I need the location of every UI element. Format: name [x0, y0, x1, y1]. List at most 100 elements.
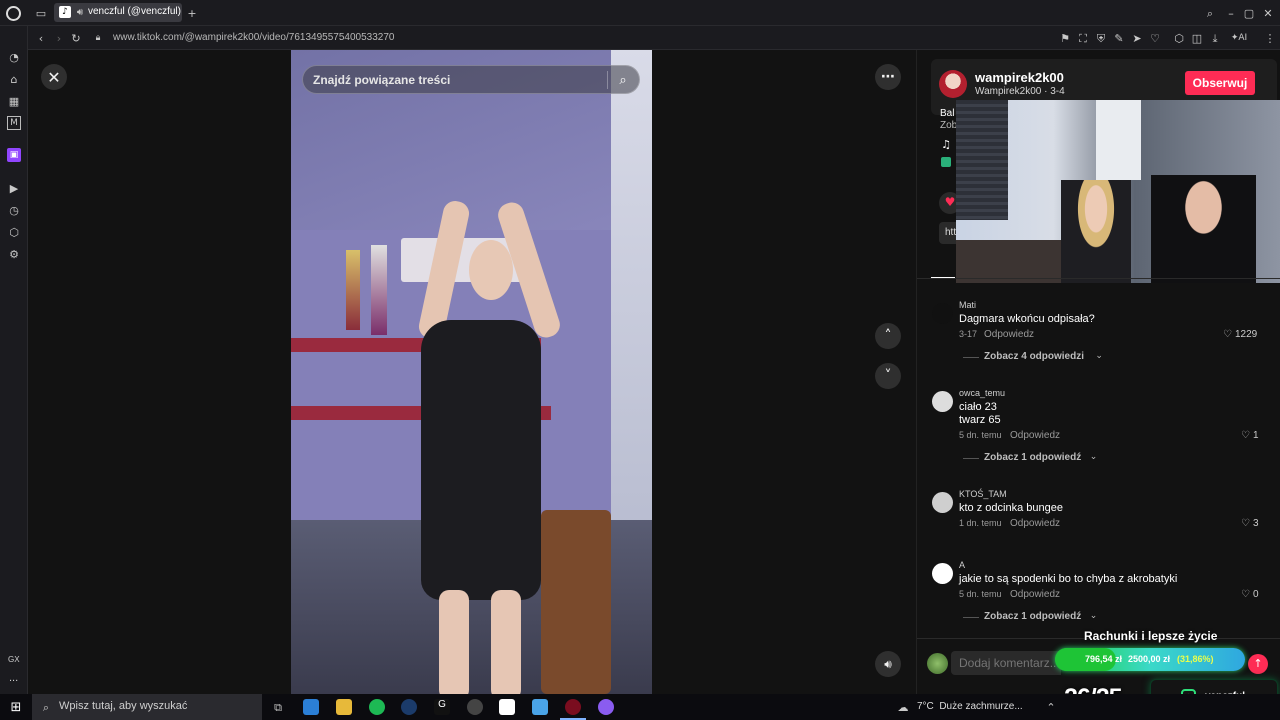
minimize-icon[interactable]: –: [1224, 6, 1238, 20]
gx-label[interactable]: GX: [8, 655, 20, 664]
comment-avatar[interactable]: [932, 303, 953, 324]
comment-username[interactable]: KTOŚ_TAM: [959, 489, 1007, 499]
mail-icon[interactable]: M: [7, 116, 21, 130]
taskbar-search[interactable]: ⌕ Wpisz tutaj, aby wyszukać: [32, 694, 262, 720]
search-icon[interactable]: ⌕: [1203, 6, 1217, 20]
sidebar-more[interactable]: ...: [9, 672, 18, 684]
snapshot-icon[interactable]: ⛶: [1076, 31, 1090, 45]
heart-icon[interactable]: ♡: [1223, 329, 1232, 340]
download-icon[interactable]: ⤓: [1208, 31, 1222, 45]
maximize-icon[interactable]: ▢: [1242, 6, 1256, 20]
shield-icon[interactable]: ⛨: [1094, 31, 1108, 45]
cursor-app-icon[interactable]: [532, 699, 548, 715]
send-icon[interactable]: ➤: [1130, 31, 1144, 45]
reload-icon[interactable]: ↻: [69, 31, 83, 45]
ai-icon[interactable]: ✦AI: [1228, 31, 1250, 45]
new-tab-icon[interactable]: +: [185, 6, 199, 20]
history-icon[interactable]: ◷: [7, 203, 21, 217]
logitech-icon[interactable]: G: [434, 699, 450, 715]
heart-icon[interactable]: ♡: [1241, 518, 1250, 529]
extensions-icon[interactable]: ⬡: [7, 225, 21, 239]
taskbar-search-text: Wpisz tutaj, aby wyszukać: [59, 700, 188, 712]
goal-percent: (31,86%): [1177, 654, 1214, 664]
post-button-icon[interactable]: ↑: [1248, 654, 1268, 674]
forward-icon[interactable]: ›: [52, 31, 66, 45]
reply-button[interactable]: Odpowiedz: [1010, 518, 1060, 529]
browser-tab-active[interactable]: ♪ 🔊︎ venczful (@venczful) |: [54, 3, 182, 22]
more-options-icon[interactable]: ⋯: [875, 64, 901, 90]
heart-icon[interactable]: ♡: [1241, 589, 1250, 600]
like-count: 0: [1253, 589, 1259, 600]
tab-title: venczful (@venczful) |: [88, 6, 182, 17]
comment-input[interactable]: [951, 651, 1061, 675]
figure-leg-shape: [439, 590, 469, 694]
view-replies-button[interactable]: Zobacz 1 odpowiedź: [984, 452, 1081, 463]
close-window-icon[interactable]: ✕: [1261, 6, 1275, 20]
kick-app-icon[interactable]: [499, 699, 515, 715]
speaker-icon[interactable]: 🔊︎: [73, 6, 87, 20]
store-app-icon[interactable]: [303, 699, 319, 715]
messenger-icon[interactable]: [598, 699, 614, 715]
reply-button[interactable]: Odpowiedz: [1010, 589, 1060, 600]
speed-dial-icon[interactable]: ◔: [7, 50, 21, 64]
extension-puzzle-icon[interactable]: ⬡: [1172, 31, 1186, 45]
description-more[interactable]: Zob: [940, 120, 957, 131]
view-replies-button[interactable]: Zobacz 1 odpowiedź: [984, 611, 1081, 622]
chair-shape: [541, 510, 611, 694]
follow-button[interactable]: Obserwuj: [1185, 71, 1255, 95]
task-view-icon[interactable]: ⧉: [271, 700, 285, 714]
chevron-down-icon[interactable]: ⌄: [1090, 611, 1098, 621]
windows-start-icon[interactable]: ⊞: [9, 700, 23, 714]
author-avatar[interactable]: [939, 70, 967, 98]
reply-button[interactable]: Odpowiedz: [1010, 430, 1060, 441]
bookmark-icon[interactable]: ⚑: [1058, 31, 1072, 45]
opera-logo-icon[interactable]: [6, 6, 21, 21]
my-avatar[interactable]: [927, 653, 948, 674]
easy-setup-icon[interactable]: ◫: [1190, 31, 1204, 45]
chevron-down-icon[interactable]: ˅: [875, 363, 901, 389]
tray-icon[interactable]: ⌃: [1044, 700, 1058, 714]
spotify-icon[interactable]: [369, 699, 385, 715]
comment-username[interactable]: Mati: [959, 300, 976, 310]
workspace-icon[interactable]: ⌂: [7, 72, 21, 86]
translate-icon[interactable]: ✎: [1112, 31, 1126, 45]
menu-icon[interactable]: ⋮: [1263, 31, 1277, 45]
comment-avatar[interactable]: [932, 391, 953, 412]
chevron-up-icon[interactable]: ˄: [875, 323, 901, 349]
search-icon[interactable]: ⌕: [616, 73, 630, 87]
close-icon[interactable]: ✕: [41, 64, 67, 90]
author-username[interactable]: wampirek2k00: [975, 70, 1064, 85]
related-search-input[interactable]: [313, 72, 603, 88]
lock-icon: 🔒︎: [95, 32, 101, 43]
music-note-icon: ♫: [941, 137, 951, 151]
chevron-down-icon[interactable]: ⌄: [1090, 452, 1098, 462]
wallet-icon[interactable]: ▦: [7, 94, 21, 108]
reply-button[interactable]: Odpowiedz: [984, 329, 1034, 340]
comment-avatar[interactable]: [932, 563, 953, 584]
comment-username[interactable]: A: [959, 560, 965, 570]
figure-leg-shape: [491, 590, 521, 694]
video-player[interactable]: [291, 50, 652, 694]
settings-icon[interactable]: ⚙: [7, 247, 21, 261]
volume-icon[interactable]: 🔊︎: [875, 651, 901, 677]
opera-gx-taskbar-icon[interactable]: [565, 699, 581, 715]
url-text[interactable]: www.tiktok.com/@wampirek2k00/video/76134…: [113, 32, 394, 43]
twitch-icon[interactable]: ▣: [7, 148, 21, 162]
heart-icon[interactable]: ♡: [1148, 31, 1162, 45]
goal-target: 2500,00 zł: [1128, 654, 1171, 664]
effect-icon: [941, 157, 951, 167]
description-text: Bal: [940, 108, 955, 119]
comment-avatar[interactable]: [932, 492, 953, 513]
player-icon[interactable]: ▶: [7, 181, 21, 195]
chevron-down-icon[interactable]: ⌄: [1095, 351, 1103, 361]
back-icon[interactable]: ‹: [34, 31, 48, 45]
file-explorer-icon[interactable]: [336, 699, 352, 715]
comment-username[interactable]: owca_temu: [959, 388, 1005, 398]
view-replies-button[interactable]: Zobacz 4 odpowiedzi: [984, 351, 1084, 362]
tab-island-icon[interactable]: ▭: [34, 6, 48, 20]
heart-icon[interactable]: ♡: [1241, 430, 1250, 441]
steam-icon[interactable]: [401, 699, 417, 715]
weather-text[interactable]: 7°C Duże zachmurze...: [917, 701, 1023, 712]
comment-text: Dagmara wkońcu odpisała?: [959, 313, 1095, 325]
obs-icon[interactable]: [467, 699, 483, 715]
